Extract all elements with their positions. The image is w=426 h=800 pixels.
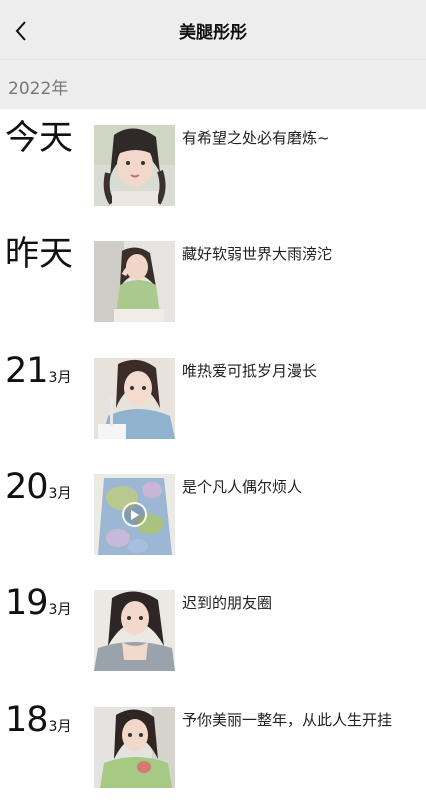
post-caption[interactable]: 迟到的朋友圈: [182, 592, 272, 613]
date-month: 3月: [48, 486, 72, 502]
post-caption[interactable]: 藏好软弱世界大雨滂沱: [182, 243, 332, 264]
post-item[interactable]: 20 3月 是个凡人偶尔烦人: [0, 458, 426, 568]
navigation-bar: 美腿彤彤: [0, 0, 426, 60]
post-caption[interactable]: 是个凡人偶尔烦人: [182, 476, 302, 497]
post-photo[interactable]: [94, 125, 175, 206]
date-day: 19: [5, 583, 49, 623]
post-date: 今天: [5, 121, 73, 155]
post-item[interactable]: 昨天 藏好软弱世界大雨滂沱: [0, 225, 426, 335]
post-caption[interactable]: 唯热爱可抵岁月漫长: [182, 360, 317, 381]
post-item[interactable]: 19 3月 迟到的朋友圈: [0, 574, 426, 684]
post-caption[interactable]: 予你美丽一整年，从此人生开挂: [182, 709, 392, 730]
post-item[interactable]: 今天 有希望之处必有磨炼~: [0, 109, 426, 219]
post-date: 18 3月: [5, 703, 71, 738]
post-item[interactable]: 18 3月 予你美丽一整年，从此人生开挂: [0, 691, 426, 800]
post-photo[interactable]: [94, 241, 175, 322]
date-label: 今天: [5, 118, 73, 158]
post-date: 21 3月: [5, 354, 71, 389]
date-month: 3月: [48, 719, 72, 735]
post-photo[interactable]: [94, 707, 175, 788]
post-caption[interactable]: 有希望之处必有磨炼~: [182, 127, 330, 148]
date-day: 21: [5, 351, 49, 391]
post-item[interactable]: 21 3月 唯热爱可抵岁月漫长: [0, 342, 426, 452]
post-photo[interactable]: [94, 358, 175, 439]
post-date: 19 3月: [5, 586, 71, 621]
date-day: 20: [5, 467, 49, 507]
post-date: 20 3月: [5, 470, 71, 505]
post-date: 昨天: [5, 237, 73, 271]
date-day: 18: [5, 700, 49, 740]
date-label: 昨天: [5, 234, 73, 274]
post-photo[interactable]: [94, 590, 175, 671]
post-video[interactable]: [94, 474, 175, 555]
play-icon[interactable]: [122, 502, 147, 527]
page-title: 美腿彤彤: [179, 23, 247, 43]
date-month: 3月: [48, 602, 72, 618]
year-header: 2022年: [0, 60, 426, 109]
date-month: 3月: [48, 370, 72, 386]
year-label: 2022年: [8, 79, 69, 99]
